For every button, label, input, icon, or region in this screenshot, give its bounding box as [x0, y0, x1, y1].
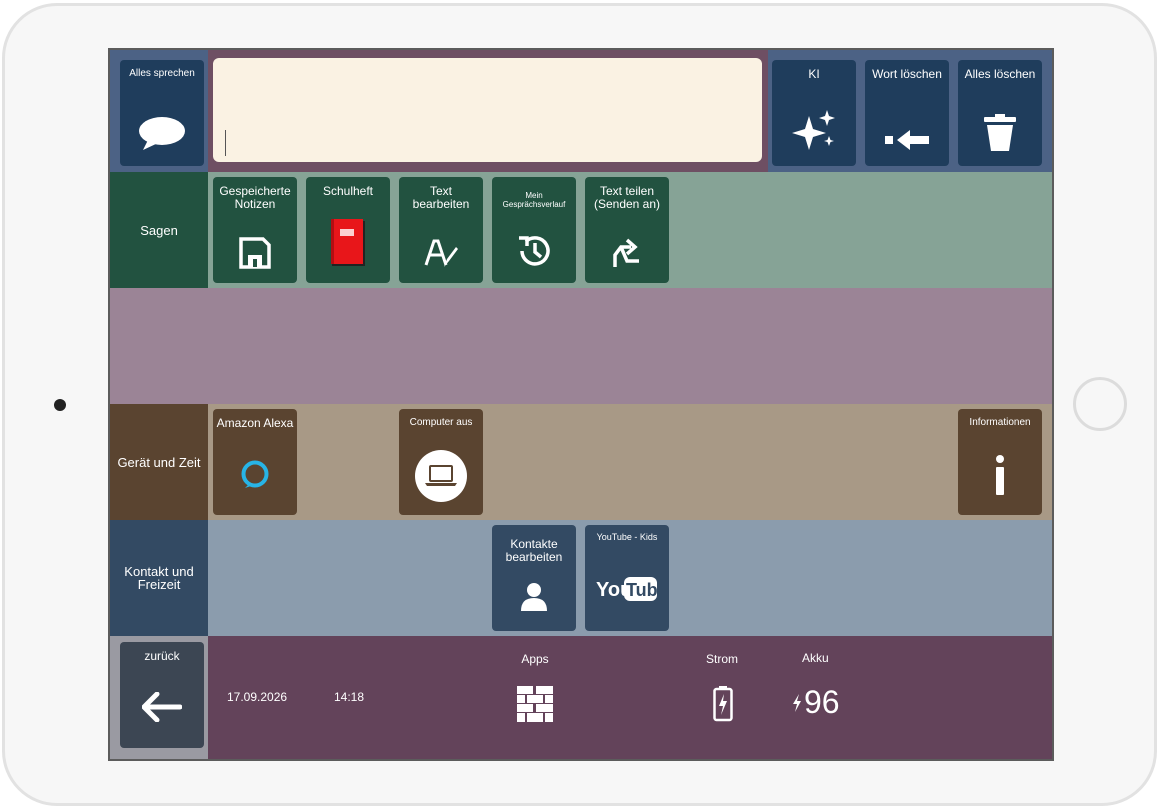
- share-text-button[interactable]: Text teilen (Senden an): [585, 177, 669, 283]
- delete-word-button[interactable]: Wort löschen: [865, 60, 949, 166]
- category-sagen-label: Sagen: [140, 222, 178, 238]
- camera-dot: [54, 399, 66, 411]
- floppy-disk-icon: [213, 237, 297, 269]
- conversation-history-label: Mein Gesprächsverlauf: [502, 191, 566, 209]
- edit-contacts-label: Kontakte bearbeiten: [505, 537, 563, 564]
- amazon-alexa-label: Amazon Alexa: [216, 416, 294, 430]
- saved-notes-label: Gespeicherte Notizen: [219, 184, 291, 211]
- aac-screen: Alles sprechen KI Wort löschen Alles lös…: [108, 48, 1054, 761]
- school-notebook-label: Schulheft: [322, 184, 374, 198]
- speak-all-label: Alles sprechen: [129, 68, 195, 79]
- amazon-alexa-button[interactable]: Amazon Alexa: [213, 409, 297, 515]
- trash-icon: [958, 114, 1042, 152]
- arrow-left-icon: [120, 692, 204, 722]
- category-geraet[interactable]: Gerät und Zeit: [110, 404, 208, 520]
- sagen-row: Sagen Gespeicherte Notizen Schulheft Tex…: [110, 172, 1052, 288]
- info-icon: [958, 455, 1042, 495]
- bottom-bar: zurück 17.09.2026 14:18 Apps Strom Akku: [110, 636, 1052, 759]
- youtube-kids-button[interactable]: YouTube - Kids You Tube: [585, 525, 669, 631]
- edit-text-button[interactable]: Text bearbeiten: [399, 177, 483, 283]
- edit-text-label: Text bearbeiten: [412, 184, 470, 211]
- message-input[interactable]: [213, 58, 762, 162]
- computer-off-label: Computer aus: [409, 417, 473, 428]
- speech-bubble-icon: [120, 116, 204, 152]
- edit-contacts-button[interactable]: Kontakte bearbeiten: [492, 525, 576, 631]
- ki-button[interactable]: KI: [772, 60, 856, 166]
- delete-all-button[interactable]: Alles löschen: [958, 60, 1042, 166]
- backspace-arrow-icon: [865, 128, 949, 152]
- empty-row: [110, 288, 1052, 404]
- grid-bricks-icon: [517, 686, 553, 727]
- back-button[interactable]: zurück: [120, 642, 204, 748]
- saved-notes-button[interactable]: Gespeicherte Notizen: [213, 177, 297, 283]
- person-icon: [492, 581, 576, 611]
- category-geraet-label: Gerät und Zeit: [117, 454, 201, 470]
- kontakt-row: Kontakt und Freizeit Kontakte bearbeiten…: [110, 520, 1052, 636]
- share-text-label: Text teilen (Senden an): [593, 184, 661, 211]
- computer-off-button[interactable]: Computer aus: [399, 409, 483, 515]
- youtube-icon: You Tube: [585, 575, 669, 603]
- school-notebook-button[interactable]: Schulheft: [306, 177, 390, 283]
- apps-button[interactable]: Apps: [502, 646, 568, 746]
- delete-all-label: Alles löschen: [964, 67, 1036, 81]
- geraet-row: Gerät und Zeit Amazon Alexa Computer aus…: [110, 404, 1052, 520]
- apps-label: Apps: [521, 652, 549, 666]
- home-button[interactable]: [1073, 377, 1127, 431]
- top-row: Alles sprechen KI Wort löschen Alles lös…: [110, 50, 1052, 172]
- share-icon: [585, 235, 669, 269]
- battery-label: Akku: [802, 651, 829, 665]
- speak-all-button[interactable]: Alles sprechen: [120, 60, 204, 166]
- alexa-icon: [213, 459, 297, 489]
- delete-word-label: Wort löschen: [872, 67, 942, 81]
- category-kontakt-label: Kontakt und Freizeit: [124, 564, 194, 592]
- youtube-kids-label: YouTube - Kids: [596, 532, 658, 542]
- date-display: 17.09.2026: [227, 690, 288, 704]
- ki-label: KI: [808, 67, 820, 81]
- history-icon: [492, 233, 576, 269]
- conversation-history-button[interactable]: Mein Gesprächsverlauf: [492, 177, 576, 283]
- battery-charging-icon: [713, 686, 733, 727]
- text-caret: [225, 130, 226, 156]
- red-notebook-icon: [306, 217, 390, 267]
- information-label: Informationen: [969, 417, 1031, 428]
- information-button[interactable]: Informationen: [958, 409, 1042, 515]
- category-sagen[interactable]: Sagen: [110, 172, 208, 288]
- power-label: Strom: [706, 652, 739, 666]
- laptop-icon: [399, 449, 483, 503]
- time-display: 14:18: [334, 690, 365, 704]
- category-kontakt[interactable]: Kontakt und Freizeit: [110, 520, 208, 636]
- battery-value: 96: [804, 684, 840, 720]
- lightning-icon: [792, 694, 802, 717]
- sparkles-icon: [772, 110, 856, 152]
- svg-text:Tube: Tube: [626, 580, 658, 600]
- edit-text-icon: [399, 237, 483, 269]
- back-label: zurück: [144, 649, 180, 663]
